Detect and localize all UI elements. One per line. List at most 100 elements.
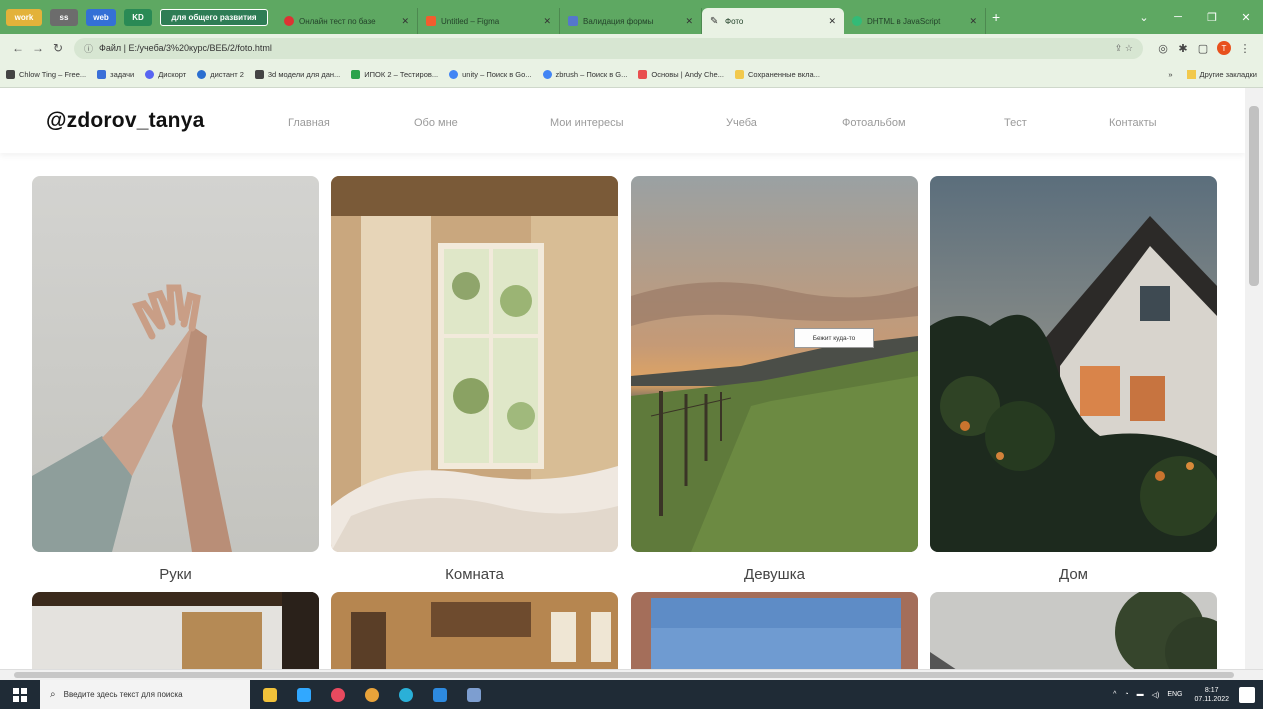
- new-tab-button[interactable]: +: [992, 9, 1000, 25]
- extension-icon[interactable]: ◎: [1153, 42, 1173, 55]
- tab-favicon-icon: ✎: [710, 16, 719, 27]
- menu-icon[interactable]: ⋮: [1235, 42, 1255, 55]
- bookmark-item[interactable]: Chlow Ting – Free...: [6, 70, 86, 79]
- bookmark-item[interactable]: задачи: [97, 70, 134, 79]
- close-icon[interactable]: ✕: [543, 16, 551, 27]
- scrollbar-thumb[interactable]: [14, 672, 1234, 678]
- bookmark-icon: [638, 70, 648, 79]
- taskbar-app-edge[interactable]: [392, 680, 420, 709]
- site-header: @zdorov_tanya Главная Обо мне Мои интере…: [0, 88, 1245, 153]
- taskbar-app-notes[interactable]: [460, 680, 488, 709]
- maximize-button[interactable]: ❐: [1195, 11, 1229, 24]
- bookmark-item[interactable]: ИПОК 2 – Тестиров...: [351, 70, 438, 79]
- tab-group-work[interactable]: work: [6, 8, 42, 26]
- chevron-up-icon[interactable]: ^: [1113, 691, 1116, 698]
- window-close-button[interactable]: ✕: [1229, 11, 1263, 24]
- bookmark-item[interactable]: Основы | Andy Che...: [638, 70, 724, 79]
- bookmark-item[interactable]: unity – Поиск в Go...: [449, 70, 532, 79]
- nav-test[interactable]: Тест: [1004, 117, 1109, 129]
- caption-girl: Девушка: [744, 566, 805, 583]
- tree-sky-image: [930, 592, 1217, 669]
- folder-icon: [1186, 70, 1196, 79]
- nav-photoalbum[interactable]: Фотоальбом: [842, 117, 1004, 129]
- nav-home[interactable]: Главная: [288, 117, 414, 129]
- forward-button[interactable]: →: [28, 41, 48, 55]
- clock-time: 8:17: [1204, 686, 1219, 694]
- scrollbar-thumb[interactable]: [1249, 106, 1259, 286]
- taskbar-app-explorer[interactable]: [256, 680, 284, 709]
- photo-row2-2[interactable]: [331, 592, 618, 669]
- lang-indicator[interactable]: ENG: [1167, 691, 1182, 698]
- photo-row2-4[interactable]: [930, 592, 1217, 669]
- tab-dhtml[interactable]: DHTML в JavaScript ✕: [844, 8, 986, 34]
- address-bar[interactable]: ⓘ Файл | E:/учеба/3%20курс/ВЕБ/2/foto.ht…: [74, 37, 1143, 59]
- house-image: [930, 176, 1217, 552]
- bookmark-icon: [197, 70, 207, 79]
- tab-group-web[interactable]: web: [86, 8, 116, 26]
- taskbar-search[interactable]: ⌕ Введите здесь текст для поиска: [40, 680, 250, 709]
- close-icon[interactable]: ✕: [969, 16, 977, 27]
- taskbar-app-discord[interactable]: [324, 680, 352, 709]
- chat-icon: [331, 687, 345, 702]
- reload-button[interactable]: ↻: [48, 41, 68, 55]
- photo-hands[interactable]: [32, 176, 319, 552]
- bookmark-icon: [6, 70, 15, 79]
- bookmark-item[interactable]: Сохраненные вкла...: [734, 70, 820, 79]
- tab-group-general[interactable]: для общего развития: [160, 8, 268, 26]
- start-button[interactable]: [0, 687, 40, 702]
- puzzle-icon[interactable]: ✱: [1173, 42, 1193, 55]
- close-icon[interactable]: ✕: [401, 16, 409, 27]
- tab-favicon-icon: [568, 16, 578, 26]
- nav-contacts[interactable]: Контакты: [1109, 117, 1189, 129]
- volume-icon[interactable]: ◁): [1152, 691, 1160, 699]
- vertical-scrollbar[interactable]: [1245, 88, 1263, 669]
- close-icon[interactable]: ✕: [685, 16, 693, 27]
- tab-title: DHTML в JavaScript: [867, 16, 941, 26]
- close-icon[interactable]: ✕: [828, 16, 836, 27]
- tab-title: Фото: [725, 16, 744, 26]
- tab-group-kd[interactable]: KD: [124, 8, 152, 26]
- chevron-down-icon[interactable]: »: [1168, 70, 1172, 79]
- tab-group-ss[interactable]: ss: [50, 8, 78, 26]
- photo-house[interactable]: [930, 176, 1217, 552]
- windows-icon: [13, 687, 27, 702]
- nav-study[interactable]: Учеба: [726, 117, 842, 129]
- folder-icon: [734, 70, 744, 79]
- browser-tab-strip: work ss web KD для общего развития Онлай…: [0, 0, 1263, 34]
- photo-row2-3[interactable]: [631, 592, 918, 669]
- sunset-field-image: [631, 176, 918, 552]
- tab-search-icon[interactable]: ⌄: [1127, 11, 1161, 24]
- share-icon[interactable]: ⇪ ☆: [1115, 43, 1133, 54]
- info-icon[interactable]: ⓘ: [84, 42, 93, 55]
- bookmark-item[interactable]: zbrush – Поиск в G...: [542, 70, 627, 79]
- hands-image: [32, 176, 319, 552]
- back-button[interactable]: ←: [8, 41, 28, 55]
- nav-about[interactable]: Обо мне: [414, 117, 550, 129]
- nav-interests[interactable]: Мои интересы: [550, 117, 726, 129]
- minimize-button[interactable]: ─: [1161, 11, 1195, 24]
- battery-icon[interactable]: ▬: [1137, 691, 1144, 698]
- sidepanel-icon[interactable]: ▢: [1193, 42, 1213, 55]
- bookmark-item[interactable]: Дискорт: [145, 70, 186, 79]
- taskbar-app-chrome[interactable]: [358, 680, 386, 709]
- notification-icon[interactable]: [1239, 686, 1255, 703]
- other-bookmarks[interactable]: Другие закладки: [1200, 70, 1257, 79]
- network-icon[interactable]: ◔: [1124, 691, 1128, 698]
- taskbar-app-vscode[interactable]: [426, 680, 454, 709]
- photo-girl[interactable]: [631, 176, 918, 552]
- bookmark-item[interactable]: 3d модели для дан...: [254, 70, 340, 79]
- tab-validation[interactable]: Валидация формы ✕: [560, 8, 702, 34]
- site-logo[interactable]: @zdorov_tanya: [46, 109, 204, 133]
- tab-figma[interactable]: Untitled – Figma ✕: [418, 8, 560, 34]
- bookmark-item[interactable]: дистант 2: [197, 70, 244, 79]
- profile-avatar[interactable]: T: [1217, 41, 1231, 55]
- horizontal-scrollbar[interactable]: [0, 669, 1263, 680]
- tab-foto[interactable]: ✎ Фото ✕: [702, 8, 844, 34]
- bookmark-icon: [351, 70, 361, 79]
- photo-row2-1[interactable]: [32, 592, 319, 669]
- tab-online-test[interactable]: Онлайн тест по базе ✕: [276, 8, 418, 34]
- clock[interactable]: 8:17 07.11.2022: [1194, 686, 1229, 704]
- photo-room[interactable]: [331, 176, 618, 552]
- taskbar-app-photoshop[interactable]: [290, 680, 318, 709]
- tab-title: Валидация формы: [583, 16, 654, 26]
